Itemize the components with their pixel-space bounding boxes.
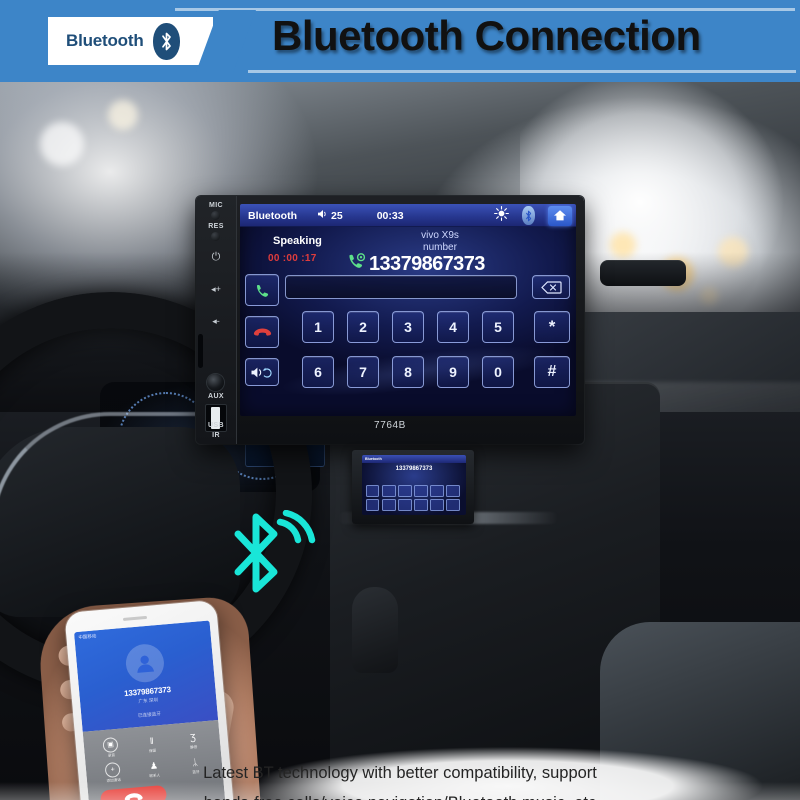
dialpad-key[interactable]: 7 <box>347 356 379 388</box>
header-stripe-bottom <box>248 70 796 73</box>
phone-earpiece <box>122 615 148 621</box>
bluetooth-badge: Bluetooth <box>48 17 198 65</box>
installed-head-unit: Bluetooth 13379867373 <box>352 450 474 524</box>
status-bar-icons <box>494 205 576 226</box>
volume-up-button[interactable]: ◂+ <box>209 284 223 295</box>
installed-head-unit-screen: Bluetooth 13379867373 <box>362 455 466 515</box>
car-interior-photo: MIC RES ⏻ ◂+ ◂- AUX USB IR Bluetooth 25 … <box>0 82 800 800</box>
gear-shifter <box>352 587 398 673</box>
mini-dialpad-key <box>446 499 460 511</box>
phone-control-label: 静音 <box>190 744 198 750</box>
page-title: Bluetooth Connection <box>272 12 701 59</box>
badge-label: Bluetooth <box>66 31 144 50</box>
mini-caller-number: 13379867373 <box>395 466 433 472</box>
mini-dialpad-key <box>446 485 460 497</box>
answer-call-button[interactable] <box>245 274 279 306</box>
hold-icon: ‖ <box>149 735 155 747</box>
mute-icon: Ʒ <box>189 732 197 743</box>
call-state-label: Speaking <box>273 235 322 247</box>
brightness-icon[interactable] <box>494 205 509 226</box>
phone-call-header: 中国移动 13379867373 广东 深圳 已连接蓝牙 <box>73 620 219 732</box>
mini-status-bar: Bluetooth <box>362 455 466 463</box>
aux-label: AUX <box>208 393 224 400</box>
record-icon: ▣ <box>102 736 119 754</box>
dialpad-key[interactable]: 8 <box>392 356 424 388</box>
dialpad-key[interactable]: 5 <box>482 311 514 343</box>
status-source-label: Bluetooth <box>248 209 297 222</box>
connected-device-name: vivo X9s number <box>370 230 510 253</box>
res-label: RES <box>208 223 224 230</box>
bluetooth-wireless-icon <box>222 509 318 596</box>
dialpad-key[interactable]: 9 <box>437 356 469 388</box>
bokeh-light <box>108 100 138 130</box>
mini-dialpad-key <box>382 499 396 511</box>
ir-label: IR <box>212 432 220 439</box>
mini-dialpad-key <box>414 485 428 497</box>
mic-hole <box>211 211 220 220</box>
product-marketing-image: Bluetooth Bluetooth Connection MIC RES ⏻… <box>0 0 800 800</box>
air-vent-right <box>600 260 686 286</box>
call-timer: 00 :00 :17 <box>268 253 317 264</box>
header-stripe-top <box>175 8 795 11</box>
volume-down-button[interactable]: ◂- <box>209 316 223 327</box>
dial-input[interactable] <box>285 275 517 299</box>
head-unit-side-panel: MIC RES ⏻ ◂+ ◂- AUX USB IR <box>196 196 237 444</box>
dialpad: 1 2 3 4 5 * 6 7 8 9 0 # <box>240 274 576 416</box>
sd-card-slot[interactable] <box>198 334 203 368</box>
mini-end-key <box>366 499 379 511</box>
dialpad-key[interactable]: 6 <box>302 356 334 388</box>
dialpad-key[interactable]: 3 <box>392 311 424 343</box>
caption-line-1: Latest BT technology with better compati… <box>203 764 597 782</box>
dialpad-key-star[interactable]: * <box>534 311 570 343</box>
volume-indicator: 25 <box>317 209 343 222</box>
dialpad-key[interactable]: 0 <box>482 356 514 388</box>
mini-dialpad-key <box>430 485 444 497</box>
mini-dialpad-key <box>414 499 428 511</box>
status-bar: Bluetooth 25 00:33 <box>240 204 576 227</box>
dialpad-key[interactable]: 2 <box>347 311 379 343</box>
car-head-unit: MIC RES ⏻ ◂+ ◂- AUX USB IR Bluetooth 25 … <box>196 196 584 444</box>
device-name-line1: vivo X9s <box>421 230 459 241</box>
mini-dialpad-key <box>382 485 396 497</box>
reset-button[interactable] <box>211 232 220 241</box>
phone-control-mute[interactable]: Ʒ 静音 <box>172 727 215 756</box>
dialpad-key[interactable]: 1 <box>302 311 334 343</box>
call-info-area: Speaking 00 :00 :17 vivo X9s number 1337… <box>240 227 576 277</box>
contact-avatar-icon <box>124 642 166 684</box>
mini-dialpad-key <box>398 485 412 497</box>
bokeh-light <box>40 122 84 166</box>
mic-label: MIC <box>208 202 224 209</box>
home-icon[interactable] <box>548 205 572 226</box>
phone-control-hold[interactable]: ‖ 保留 <box>130 730 173 759</box>
mini-status-label: Bluetooth <box>365 457 382 461</box>
dialpad-key-hash[interactable]: # <box>534 356 570 388</box>
header-banner: Bluetooth Bluetooth Connection <box>0 0 800 82</box>
mini-answer-key <box>366 485 379 497</box>
speaker-icon <box>317 209 328 222</box>
caption-line-2: hands-free calls/voice navigation/Blueto… <box>0 788 800 800</box>
mini-dialpad-key <box>398 499 412 511</box>
caller-number: 13379867373 <box>369 252 485 275</box>
bluetooth-icon[interactable] <box>522 206 535 225</box>
bluetooth-icon <box>152 22 180 60</box>
backspace-button[interactable] <box>532 275 570 299</box>
caption: Latest BT technology with better compati… <box>0 758 800 800</box>
dialpad-key[interactable]: 4 <box>437 311 469 343</box>
clock: 00:33 <box>376 209 404 222</box>
end-call-button[interactable] <box>245 316 279 348</box>
phone-control-label: 保留 <box>148 748 157 754</box>
phone-carrier-status: 中国移动 <box>78 633 97 640</box>
volume-value: 25 <box>331 209 343 222</box>
head-unit-screen[interactable]: Bluetooth 25 00:33 Speaking 00:00:17 v… <box>240 204 576 416</box>
model-number: 7764B <box>374 420 406 431</box>
aux-jack[interactable] <box>207 374 224 391</box>
power-button[interactable]: ⏻ <box>209 252 223 263</box>
mini-dialpad-key <box>430 499 444 511</box>
speaker-transfer-button[interactable] <box>245 358 279 386</box>
